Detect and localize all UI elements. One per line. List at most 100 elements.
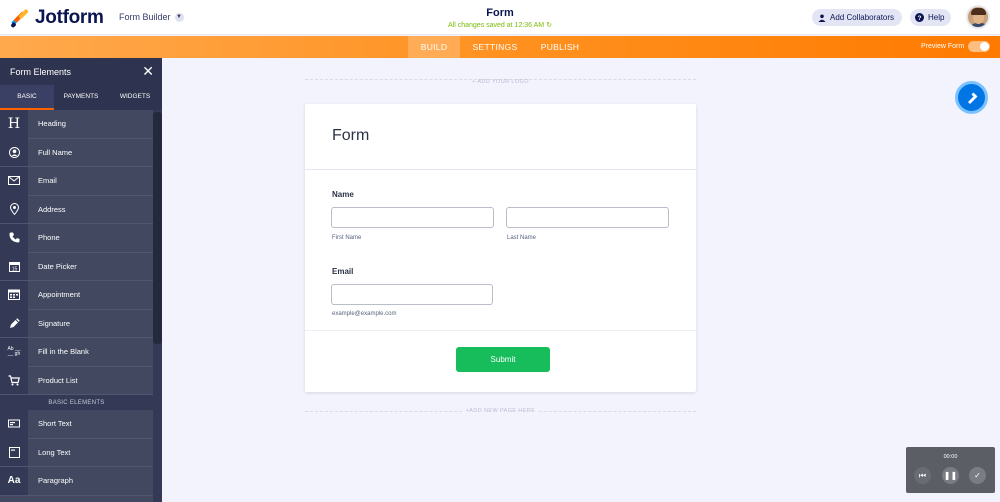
user-avatar[interactable] xyxy=(966,5,990,29)
save-status-text: All changes saved at 12:36 AM xyxy=(448,22,545,29)
submit-divider xyxy=(305,330,696,331)
basic-elements-header: BASIC ELEMENTS xyxy=(0,395,153,410)
check-icon[interactable]: ✓ xyxy=(969,467,986,484)
element-address[interactable]: Address xyxy=(0,195,153,224)
element-signature[interactable]: Signature xyxy=(0,309,153,338)
save-status: All changes saved at 12:36 AM ↻ xyxy=(400,21,600,29)
envelope-icon xyxy=(0,166,28,195)
element-label: Address xyxy=(38,204,66,214)
form-heading[interactable]: Form xyxy=(332,127,369,145)
sidebar-scrollbar-thumb[interactable] xyxy=(153,112,162,344)
phone-icon xyxy=(0,223,28,252)
fill-blank-icon: Ab __ __ gh xyxy=(0,337,28,366)
brand-name: Jotform xyxy=(35,7,104,28)
element-label: Full Name xyxy=(38,147,73,157)
element-label: Date Picker xyxy=(38,261,77,271)
element-label: Product List xyxy=(38,375,78,385)
pause-icon[interactable]: ❚❚ xyxy=(942,467,959,484)
cart-icon xyxy=(0,366,28,395)
svg-text:?: ? xyxy=(918,15,922,22)
email-label: Email xyxy=(332,267,354,276)
form-builder-label: Form Builder xyxy=(119,12,171,22)
element-long-text[interactable]: Long Text xyxy=(0,438,153,467)
element-short-text[interactable]: Short Text xyxy=(0,409,153,439)
element-label: Signature xyxy=(38,318,71,328)
jotform-logo[interactable]: Jotform xyxy=(10,7,104,29)
element-label: Phone xyxy=(38,233,60,243)
add-new-page-label: +ADD NEW PAGE HERE xyxy=(461,408,540,414)
panel-title: Form Elements xyxy=(10,66,72,77)
preview-form-label: Preview Form xyxy=(921,43,965,50)
form-elements-panel: Form Elements ✕ BASIC PAYMENTS WIDGETS H… xyxy=(0,58,162,502)
element-full-name[interactable]: Full Name xyxy=(0,138,153,167)
email-sublabel: example@example.com xyxy=(332,311,397,317)
heading-icon: H xyxy=(0,109,28,138)
element-appointment[interactable]: Appointment xyxy=(0,280,153,310)
element-paragraph[interactable]: Aa Paragraph xyxy=(0,466,153,496)
panel-tabs: BASIC PAYMENTS WIDGETS xyxy=(0,85,162,110)
element-email[interactable]: Email xyxy=(0,166,153,196)
first-name-input[interactable] xyxy=(331,207,494,228)
name-label: Name xyxy=(332,190,354,199)
element-label: Email xyxy=(38,176,57,186)
help-button[interactable]: ? Help xyxy=(910,9,952,26)
add-logo-link[interactable]: + ADD YOUR LOGO xyxy=(305,79,696,85)
element-list: H Heading Full Name Email Address Phone … xyxy=(0,109,153,496)
chevron-down-icon: ▼ xyxy=(174,12,184,22)
paint-roller-icon xyxy=(967,92,977,104)
element-label: Appointment xyxy=(38,290,81,300)
svg-text:15: 15 xyxy=(11,266,17,272)
heading-divider xyxy=(305,169,696,170)
long-text-icon xyxy=(0,438,28,467)
builder-nav: BUILD SETTINGS PUBLISH Preview Form xyxy=(0,36,1000,58)
jotform-logo-icon xyxy=(10,8,30,29)
submit-button[interactable]: Submit xyxy=(456,347,550,372)
top-bar: Jotform Form Builder ▼ Form All changes … xyxy=(0,0,1000,35)
tab-payments[interactable]: PAYMENTS xyxy=(54,85,108,110)
preview-form-toggle[interactable]: Preview Form xyxy=(921,41,991,52)
short-text-icon xyxy=(0,409,28,438)
skip-back-icon[interactable]: ⏮ xyxy=(914,467,931,484)
toggle-switch[interactable] xyxy=(968,41,991,52)
tab-publish[interactable]: PUBLISH xyxy=(532,36,588,58)
appointment-icon xyxy=(0,280,28,309)
panel-header: Form Elements ✕ xyxy=(0,58,162,85)
location-pin-icon xyxy=(0,195,28,224)
element-fill-in-the-blank[interactable]: Ab __ __ gh Fill in the Blank xyxy=(0,337,153,367)
form-card: Form Name First Name Last Name Email exa… xyxy=(305,104,696,392)
element-label: Paragraph xyxy=(38,476,74,486)
element-phone[interactable]: Phone xyxy=(0,223,153,253)
element-heading[interactable]: H Heading xyxy=(0,109,153,139)
first-name-sublabel: First Name xyxy=(332,235,362,241)
element-date-picker[interactable]: 15 Date Picker xyxy=(0,252,153,281)
refresh-icon: ↻ xyxy=(546,22,552,29)
paragraph-icon: Aa xyxy=(0,466,28,495)
recording-timer: 00:00 xyxy=(943,454,958,460)
tab-build[interactable]: BUILD xyxy=(408,36,460,58)
question-icon: ? xyxy=(915,13,924,22)
last-name-sublabel: Last Name xyxy=(507,235,537,241)
email-input[interactable] xyxy=(331,284,493,305)
form-designer-button[interactable] xyxy=(955,81,988,114)
element-label: Fill in the Blank xyxy=(38,347,89,357)
element-label: Short Text xyxy=(38,419,72,429)
element-label: Long Text xyxy=(38,447,71,457)
element-label: Heading xyxy=(38,119,66,129)
add-collaborators-button[interactable]: Add Collaborators xyxy=(812,9,903,26)
add-new-page-link[interactable]: +ADD NEW PAGE HERE xyxy=(305,408,696,414)
form-builder-dropdown[interactable]: Form Builder ▼ xyxy=(119,12,184,22)
screen-recorder-widget: 00:00 ⏮ ❚❚ ✓ xyxy=(906,447,995,493)
help-label: Help xyxy=(928,13,945,22)
form-title-area: Form All changes saved at 12:36 AM ↻ xyxy=(400,7,600,29)
tab-basic[interactable]: BASIC xyxy=(0,85,54,110)
user-icon xyxy=(0,138,28,167)
pen-icon xyxy=(0,309,28,338)
close-icon[interactable]: ✕ xyxy=(142,64,154,78)
form-title[interactable]: Form xyxy=(400,7,600,19)
add-collaborators-label: Add Collaborators xyxy=(830,13,895,22)
element-product-list[interactable]: Product List xyxy=(0,366,153,395)
calendar-icon: 15 xyxy=(0,252,28,281)
last-name-input[interactable] xyxy=(506,207,669,228)
tab-settings[interactable]: SETTINGS xyxy=(466,36,524,58)
tab-widgets[interactable]: WIDGETS xyxy=(108,85,162,110)
